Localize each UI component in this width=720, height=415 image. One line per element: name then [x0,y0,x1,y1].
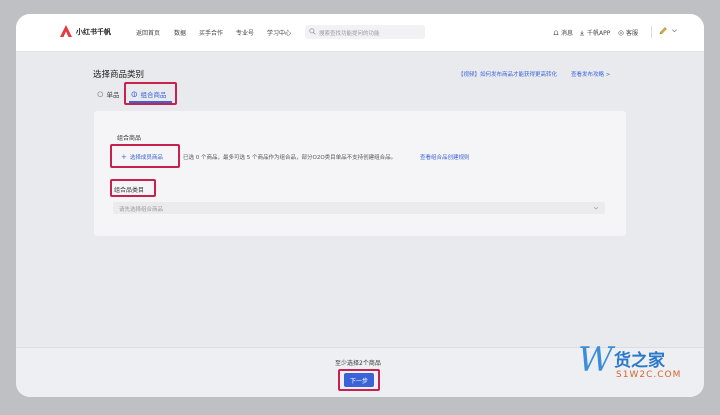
combo-card [94,111,626,236]
messages-label: 消息 [561,30,574,37]
min-selection-hint: 至少选择2个商品 [335,360,381,367]
combo-section-label: 组合商品 [117,135,142,142]
service-label: 客服 [626,30,639,37]
app-download-button[interactable]: 千帆APP [579,28,610,37]
bell-icon [553,29,559,35]
download-icon [579,30,585,35]
nav-item-home[interactable]: 返回首页 [136,28,160,37]
nav-item-data[interactable]: 数据 [174,28,186,37]
highlight-box-tab [124,82,177,105]
watermark-cn: 货之家 [614,351,665,371]
chevron-down-icon [593,207,599,210]
logo-icon [60,25,72,37]
watermark-en: S1W2C.COM [616,370,682,380]
selection-rule-text: 已选 0 个商品，最多可选 5 个商品作为组合品，部分O2O类目单品不支持创建组… [183,155,397,161]
tab-single-label: 单品 [106,91,120,99]
highlight-box-next [338,369,380,391]
watermark-w-mark: W [578,340,613,380]
service-button[interactable]: 客服 [618,28,638,37]
tab-single[interactable]: 单品 [97,89,120,99]
nav-item-buyer[interactable]: 买手合作 [199,28,223,37]
watermark-logo: W 货之家 S1W2C.COM [578,340,696,400]
combo-rule-link[interactable]: 查看组合品创建规则 [420,153,470,161]
app-label: 千帆APP [587,30,611,37]
category-select[interactable]: 请先选择组合商品 [113,202,605,214]
highlight-box-add [110,144,180,168]
page-title: 选择商品类别 [93,70,145,80]
help-guide-link[interactable]: 查看发布攻略 > [571,70,610,78]
search-placeholder: 搜索查找功能提问的功能 [319,30,380,37]
edit-icon[interactable] [658,26,668,36]
category-placeholder: 请先选择组合商品 [119,207,164,213]
radio-icon [97,91,104,97]
top-nav: 小红书千帆 返回首页 数据 买手合作 专业号 学习中心 搜索查找功能提问的功能 … [16,14,704,52]
search-input[interactable]: 搜索查找功能提问的功能 [305,25,425,39]
chevron-down-icon[interactable] [671,27,678,34]
brand-name: 小红书千帆 [76,28,111,36]
messages-button[interactable]: 消息 [553,28,573,37]
help-video-link[interactable]: 【视频】如何发布商品才能获得更高转化 [458,70,557,78]
search-icon [309,28,316,35]
highlight-box-category [110,179,156,197]
nav-item-pro[interactable]: 专业号 [236,28,254,37]
nav-divider [651,26,652,38]
nav-item-learning[interactable]: 学习中心 [267,28,291,37]
headset-icon [618,29,624,36]
